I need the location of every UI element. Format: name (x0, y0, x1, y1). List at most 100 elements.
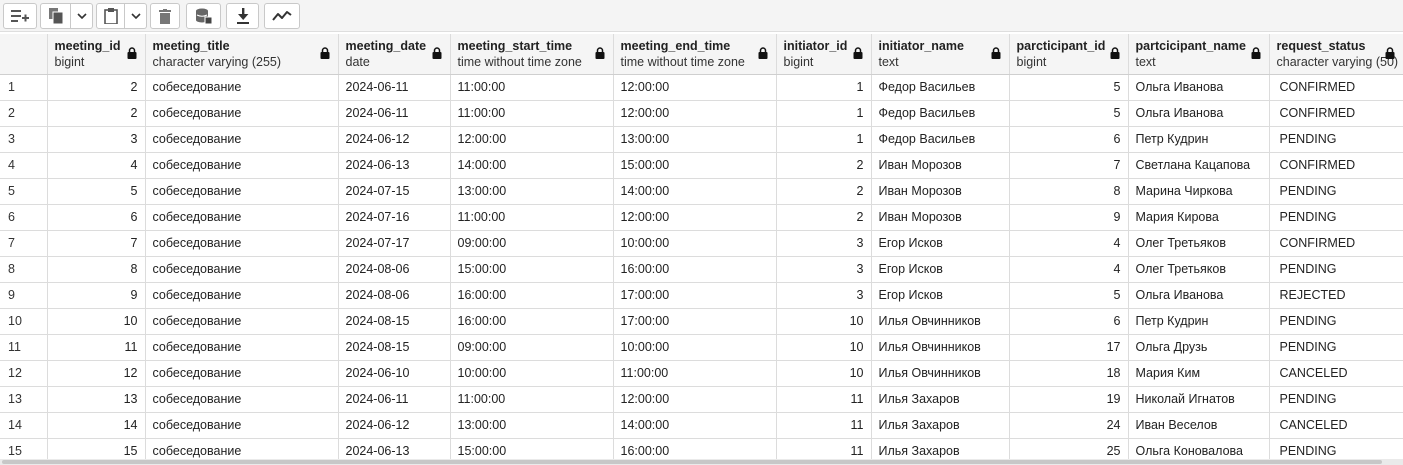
cell-meeting-start-time[interactable]: 15:00:00 (450, 256, 614, 283)
cell-initiator-name[interactable]: Егор Исков (871, 282, 1010, 309)
copy-button[interactable] (40, 3, 71, 29)
add-row-button[interactable] (3, 3, 37, 29)
cell-parcticipant-id[interactable]: 5 (1009, 100, 1129, 127)
cell-meeting-date[interactable]: 2024-08-06 (338, 282, 451, 309)
cell-meeting-date[interactable]: 2024-06-11 (338, 386, 451, 413)
table-row[interactable]: 14 14 собеседование 2024-06-12 13:00:00 14:00… (0, 412, 1403, 439)
row-number[interactable]: 10 (0, 308, 48, 335)
table-row[interactable]: 7 7 собеседование 2024-07-17 09:00:00 10:00:0… (0, 230, 1403, 257)
table-row[interactable]: 13 13 собеседование 2024-06-11 11:00:00 12:00… (0, 386, 1403, 413)
cell-meeting-id[interactable]: 6 (47, 204, 146, 231)
cell-initiator-name[interactable]: Илья Захаров (871, 386, 1010, 413)
table-row[interactable]: 9 9 собеседование 2024-08-06 16:00:00 17:00:0… (0, 282, 1403, 309)
cell-partcicipant-name[interactable]: Светлана Кацапова (1128, 152, 1270, 179)
cell-meeting-title[interactable]: собеседование (145, 204, 339, 231)
cell-meeting-id[interactable]: 2 (47, 74, 146, 101)
column-header-partcicipant-name[interactable]: partcicipant_name text (1128, 34, 1270, 75)
paste-button[interactable] (96, 3, 125, 29)
cell-initiator-name[interactable]: Егор Исков (871, 256, 1010, 283)
row-number[interactable]: 5 (0, 178, 48, 205)
cell-parcticipant-id[interactable]: 9 (1009, 204, 1129, 231)
cell-meeting-title[interactable]: собеседование (145, 256, 339, 283)
cell-meeting-start-time[interactable]: 13:00:00 (450, 178, 614, 205)
cell-meeting-date[interactable]: 2024-08-15 (338, 308, 451, 335)
cell-initiator-name[interactable]: Иван Морозов (871, 152, 1010, 179)
cell-meeting-date[interactable]: 2024-06-12 (338, 126, 451, 153)
cell-meeting-id[interactable]: 14 (47, 412, 146, 439)
cell-initiator-id[interactable]: 3 (776, 282, 872, 309)
cell-request-status[interactable]: PENDING (1269, 308, 1403, 335)
cell-meeting-id[interactable]: 13 (47, 386, 146, 413)
cell-meeting-end-time[interactable]: 17:00:00 (613, 282, 777, 309)
cell-meeting-end-time[interactable]: 12:00:00 (613, 74, 777, 101)
cell-initiator-id[interactable]: 11 (776, 412, 872, 439)
cell-initiator-name[interactable]: Илья Захаров (871, 412, 1010, 439)
row-number[interactable]: 2 (0, 100, 48, 127)
row-number[interactable]: 11 (0, 334, 48, 361)
cell-meeting-id[interactable]: 4 (47, 152, 146, 179)
cell-initiator-id[interactable]: 2 (776, 204, 872, 231)
cell-request-status[interactable]: PENDING (1269, 126, 1403, 153)
cell-meeting-start-time[interactable]: 11:00:00 (450, 100, 614, 127)
cell-meeting-title[interactable]: собеседование (145, 152, 339, 179)
row-number[interactable]: 1 (0, 74, 48, 101)
cell-partcicipant-name[interactable]: Ольга Друзь (1128, 334, 1270, 361)
column-header-initiator-name[interactable]: initiator_name text (871, 34, 1010, 75)
cell-meeting-date[interactable]: 2024-07-15 (338, 178, 451, 205)
cell-initiator-name[interactable]: Федор Васильев (871, 100, 1010, 127)
cell-meeting-start-time[interactable]: 09:00:00 (450, 230, 614, 257)
cell-initiator-name[interactable]: Илья Овчинников (871, 360, 1010, 387)
table-row[interactable]: 5 5 собеседование 2024-07-15 13:00:00 14:00:0… (0, 178, 1403, 205)
column-header-meeting-end-time[interactable]: meeting_end_time time without time zone (613, 34, 777, 75)
cell-partcicipant-name[interactable]: Ольга Иванова (1128, 74, 1270, 101)
cell-meeting-date[interactable]: 2024-06-12 (338, 412, 451, 439)
cell-meeting-id[interactable]: 2 (47, 100, 146, 127)
horizontal-scrollbar[interactable] (0, 459, 1403, 465)
cell-meeting-title[interactable]: собеседование (145, 230, 339, 257)
cell-initiator-name[interactable]: Илья Овчинников (871, 334, 1010, 361)
cell-meeting-end-time[interactable]: 15:00:00 (613, 152, 777, 179)
cell-meeting-end-time[interactable]: 12:00:00 (613, 204, 777, 231)
cell-request-status[interactable]: CONFIRMED (1269, 74, 1403, 101)
cell-initiator-name[interactable]: Илья Овчинников (871, 308, 1010, 335)
column-header-meeting-start-time[interactable]: meeting_start_time time without time zone (450, 34, 614, 75)
cell-parcticipant-id[interactable]: 8 (1009, 178, 1129, 205)
cell-meeting-end-time[interactable]: 16:00:00 (613, 256, 777, 283)
cell-partcicipant-name[interactable]: Ольга Иванова (1128, 282, 1270, 309)
cell-request-status[interactable]: REJECTED (1269, 282, 1403, 309)
cell-meeting-end-time[interactable]: 10:00:00 (613, 334, 777, 361)
column-header-meeting-title[interactable]: meeting_title character varying (255) (145, 34, 339, 75)
cell-meeting-start-time[interactable]: 12:00:00 (450, 126, 614, 153)
cell-meeting-start-time[interactable]: 09:00:00 (450, 334, 614, 361)
cell-meeting-title[interactable]: собеседование (145, 412, 339, 439)
cell-initiator-name[interactable]: Федор Васильев (871, 74, 1010, 101)
row-number[interactable]: 4 (0, 152, 48, 179)
cell-initiator-id[interactable]: 10 (776, 308, 872, 335)
cell-request-status[interactable]: PENDING (1269, 204, 1403, 231)
delete-button[interactable] (150, 3, 180, 29)
cell-meeting-id[interactable]: 12 (47, 360, 146, 387)
cell-initiator-id[interactable]: 2 (776, 152, 872, 179)
table-row[interactable]: 3 3 собеседование 2024-06-12 12:00:00 13:00:0… (0, 126, 1403, 153)
cell-initiator-id[interactable]: 11 (776, 386, 872, 413)
table-row[interactable]: 4 4 собеседование 2024-06-13 14:00:00 15:00:0… (0, 152, 1403, 179)
save-data-button[interactable] (186, 3, 221, 29)
row-number[interactable]: 8 (0, 256, 48, 283)
cell-meeting-date[interactable]: 2024-06-11 (338, 74, 451, 101)
row-number[interactable]: 14 (0, 412, 48, 439)
cell-meeting-title[interactable]: собеседование (145, 334, 339, 361)
cell-initiator-id[interactable]: 3 (776, 230, 872, 257)
table-row[interactable]: 2 2 собеседование 2024-06-11 11:00:00 12:00:0… (0, 100, 1403, 127)
cell-meeting-date[interactable]: 2024-08-06 (338, 256, 451, 283)
graph-button[interactable] (264, 3, 300, 29)
cell-meeting-start-time[interactable]: 16:00:00 (450, 308, 614, 335)
cell-meeting-start-time[interactable]: 11:00:00 (450, 74, 614, 101)
scrollbar-thumb[interactable] (2, 460, 1382, 464)
cell-parcticipant-id[interactable]: 18 (1009, 360, 1129, 387)
cell-meeting-end-time[interactable]: 14:00:00 (613, 412, 777, 439)
table-row[interactable]: 8 8 собеседование 2024-08-06 15:00:00 16:00:0… (0, 256, 1403, 283)
cell-meeting-title[interactable]: собеседование (145, 308, 339, 335)
cell-initiator-id[interactable]: 10 (776, 334, 872, 361)
cell-meeting-id[interactable]: 11 (47, 334, 146, 361)
column-header-meeting-id[interactable]: meeting_id bigint (47, 34, 146, 75)
